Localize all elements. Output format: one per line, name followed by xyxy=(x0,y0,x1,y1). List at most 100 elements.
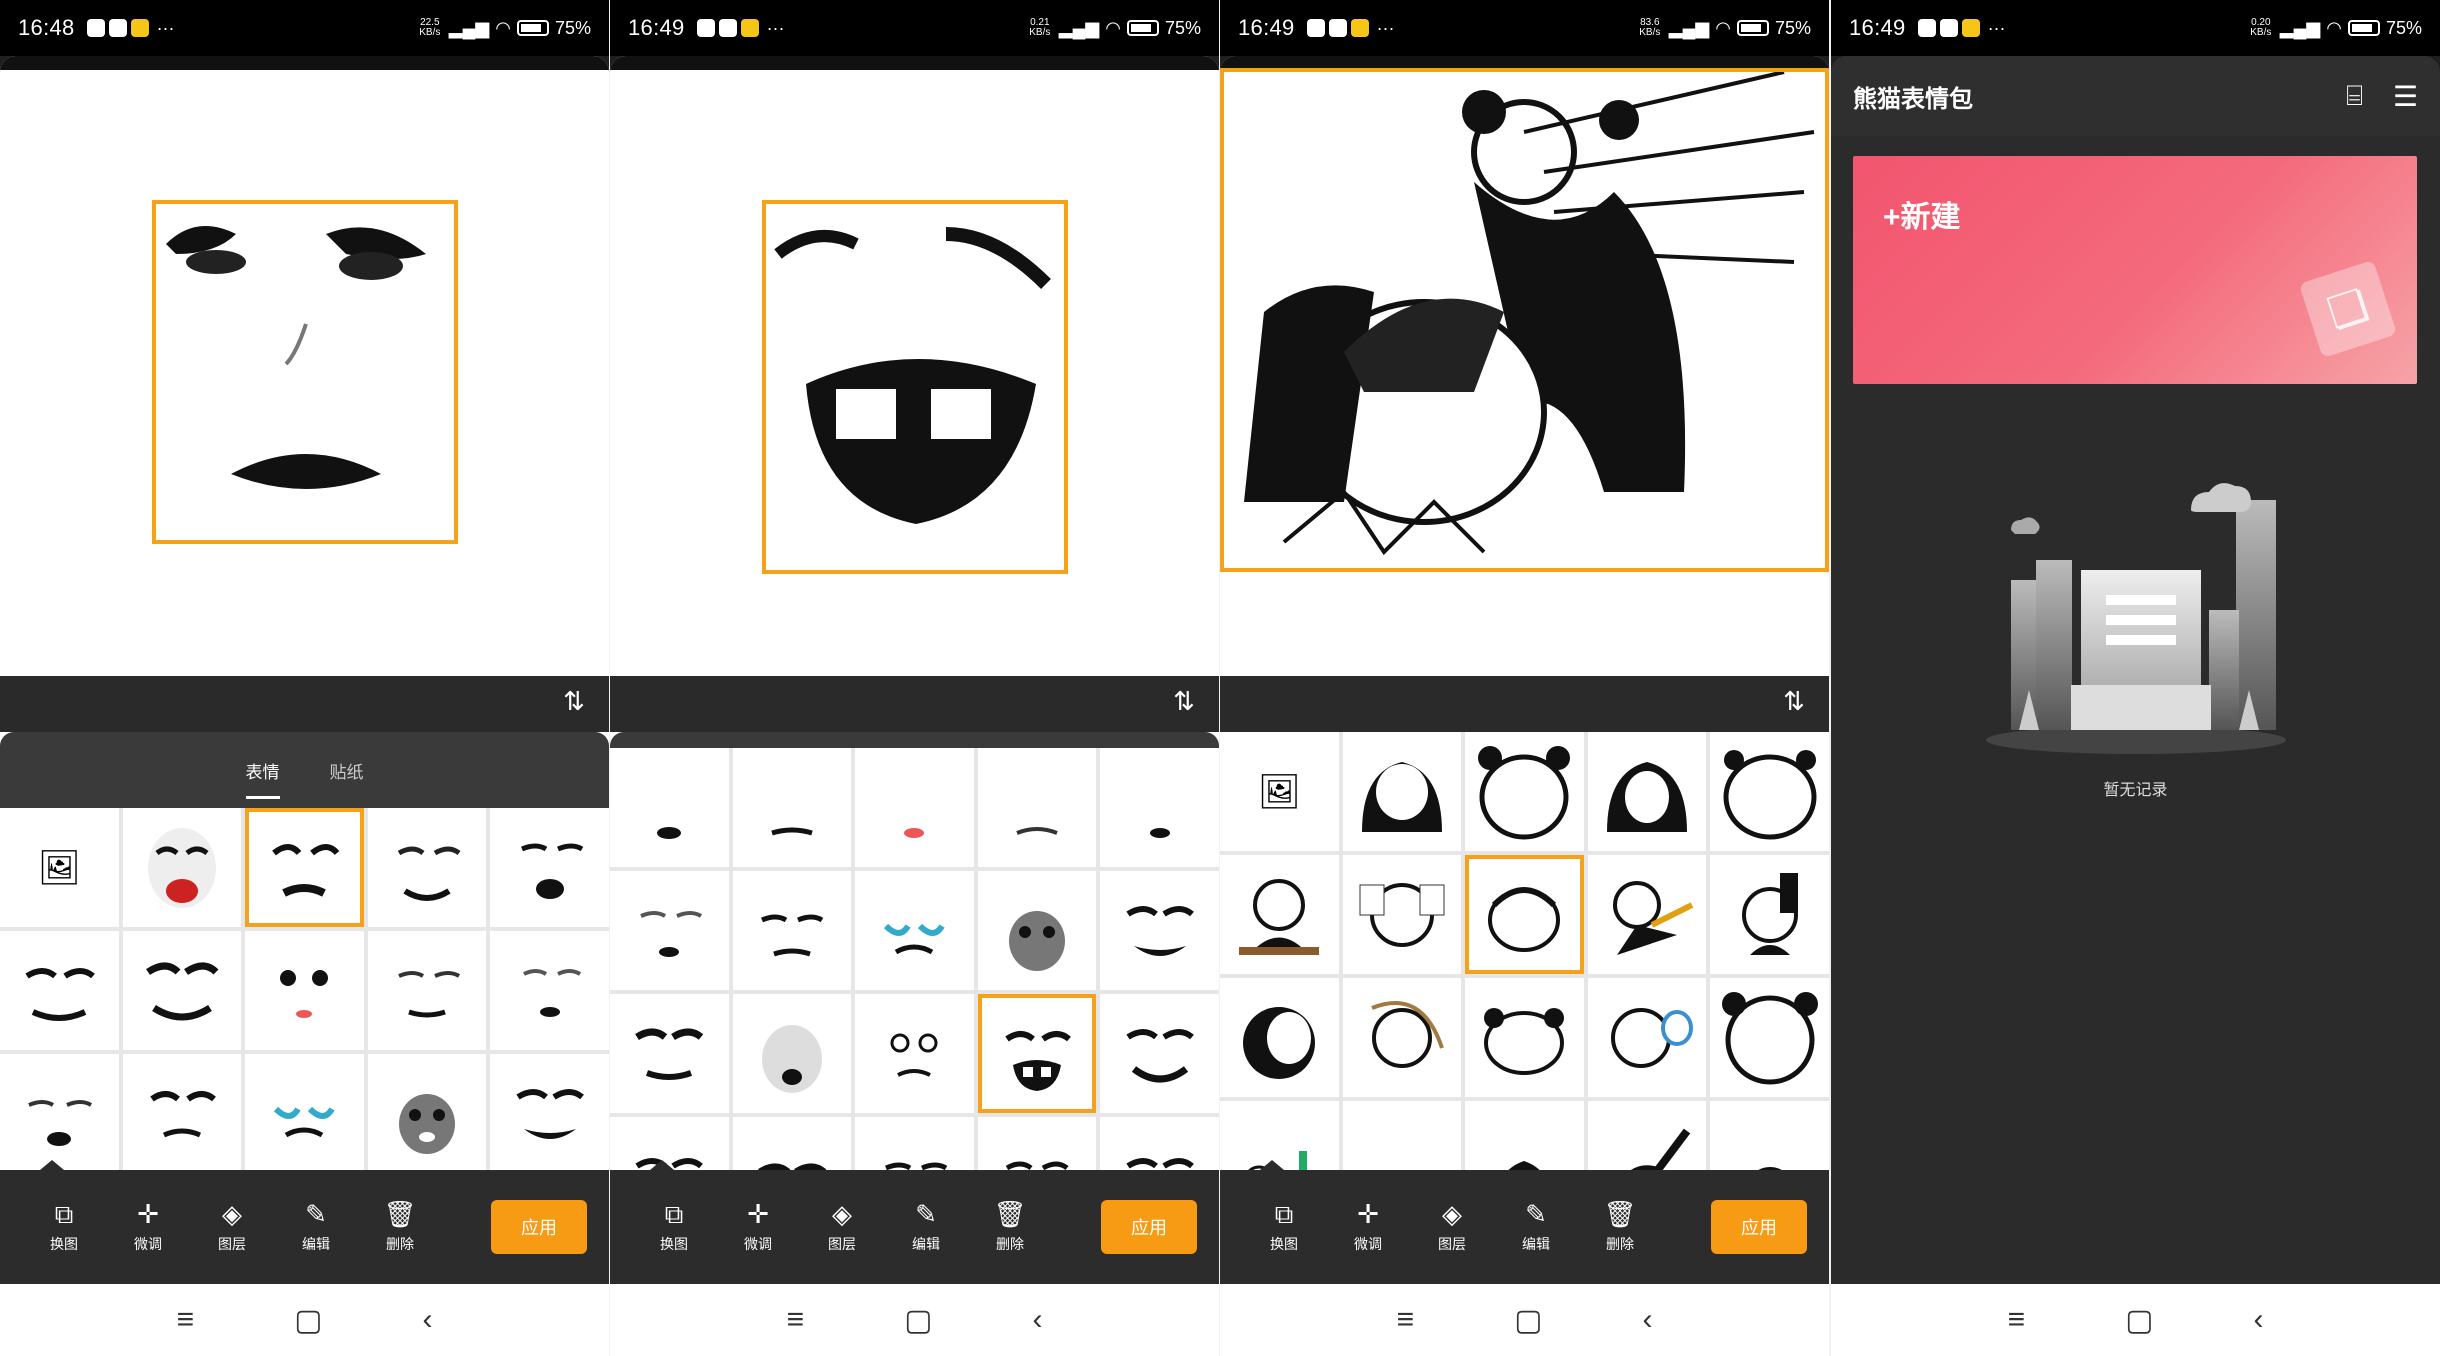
home-nav-icon[interactable]: ▢ xyxy=(904,1303,932,1338)
panda-item[interactable] xyxy=(1587,1101,1707,1170)
fine-tune-button[interactable]: ✛ 微调 xyxy=(1326,1200,1410,1254)
expression-item[interactable] xyxy=(610,871,729,990)
replace-image-button[interactable]: ⧉ 换图 xyxy=(22,1200,106,1254)
expression-item[interactable] xyxy=(732,871,852,990)
expression-item[interactable] xyxy=(0,931,119,1050)
apply-button[interactable]: 应用 xyxy=(1101,1200,1197,1254)
toolbox-icon[interactable]: ⌸ xyxy=(2346,80,2363,113)
fine-tune-button[interactable]: ✛ 微调 xyxy=(106,1200,190,1254)
panda-item[interactable] xyxy=(1342,855,1462,974)
expression-item[interactable] xyxy=(122,931,242,1050)
apply-button[interactable]: 应用 xyxy=(491,1200,587,1254)
menu-nav-icon[interactable]: ≡ xyxy=(2008,1303,2026,1337)
panda-item[interactable] xyxy=(1710,855,1829,974)
expression-item[interactable] xyxy=(1100,994,1219,1113)
panda-item[interactable] xyxy=(1587,732,1707,851)
panda-item[interactable] xyxy=(1465,1101,1584,1170)
expression-item[interactable] xyxy=(490,808,609,927)
battery-icon xyxy=(1126,20,1159,36)
expression-item[interactable] xyxy=(367,808,487,927)
expression-item[interactable] xyxy=(855,1117,974,1170)
fine-tune-button[interactable]: ✛ 微调 xyxy=(716,1200,800,1254)
panda-item[interactable] xyxy=(1342,732,1462,851)
expression-item[interactable] xyxy=(245,1054,364,1170)
layers-button[interactable]: ◈ 图层 xyxy=(800,1200,884,1254)
apply-button[interactable]: 应用 xyxy=(1711,1200,1807,1254)
delete-button[interactable]: 🗑 删除 xyxy=(358,1200,442,1254)
expression-item[interactable] xyxy=(610,748,729,867)
menu-nav-icon[interactable]: ≡ xyxy=(1397,1303,1415,1337)
panda-item[interactable] xyxy=(1220,978,1339,1097)
panda-item[interactable] xyxy=(1587,855,1707,974)
expression-item[interactable] xyxy=(0,1054,119,1170)
edit-button[interactable]: ✎ 编辑 xyxy=(274,1200,358,1254)
expression-item[interactable] xyxy=(1100,1117,1219,1170)
expression-item[interactable] xyxy=(1100,871,1219,990)
panda-item[interactable] xyxy=(1710,978,1829,1097)
panda-item[interactable] xyxy=(1710,1101,1829,1170)
add-image-cell[interactable]: 🖼 xyxy=(0,808,119,927)
panda-item[interactable] xyxy=(1587,978,1707,1097)
expression-item[interactable] xyxy=(855,871,974,990)
menu-nav-icon[interactable]: ≡ xyxy=(787,1303,805,1337)
selected-face-layer[interactable] xyxy=(762,200,1068,574)
expression-item[interactable] xyxy=(855,994,974,1113)
expression-item[interactable] xyxy=(732,1117,852,1170)
back-nav-icon[interactable]: ‹ xyxy=(1642,1303,1652,1337)
tab-sticker[interactable]: 贴纸 xyxy=(330,752,364,789)
panda-item[interactable] xyxy=(1710,732,1829,851)
layers-button[interactable]: ◈ 图层 xyxy=(190,1200,274,1254)
expression-item[interactable] xyxy=(977,748,1097,867)
tab-expression[interactable]: 表情 xyxy=(245,752,280,799)
edit-button[interactable]: ✎ 编辑 xyxy=(884,1200,968,1254)
delete-button[interactable]: 🗑 删除 xyxy=(1578,1200,1662,1254)
swap-icon[interactable]: ⇅ xyxy=(1779,686,1809,720)
swap-icon[interactable]: ⇅ xyxy=(559,686,589,720)
panda-item[interactable] xyxy=(1220,855,1339,974)
expression-item[interactable] xyxy=(732,994,852,1113)
edit-canvas[interactable] xyxy=(1220,56,1829,676)
edit-icon: ✎ xyxy=(915,1199,937,1229)
panda-item-selected[interactable] xyxy=(1465,855,1584,974)
replace-image-button[interactable]: ⧉ 换图 xyxy=(632,1200,716,1254)
edit-button[interactable]: ✎ 编辑 xyxy=(1494,1200,1578,1254)
expression-item[interactable] xyxy=(490,1054,609,1170)
layers-button[interactable]: ◈ 图层 xyxy=(1410,1200,1494,1254)
panda-item[interactable] xyxy=(1342,978,1462,1097)
expression-item[interactable] xyxy=(1100,748,1219,867)
selected-face-layer[interactable] xyxy=(152,200,458,544)
edit-canvas[interactable] xyxy=(0,56,609,676)
delete-button[interactable]: 🗑 删除 xyxy=(968,1200,1052,1254)
menu-nav-icon[interactable]: ≡ xyxy=(177,1303,195,1337)
expression-item[interactable] xyxy=(977,871,1097,990)
menu-icon[interactable]: ☰ xyxy=(2393,80,2418,113)
swap-icon[interactable]: ⇅ xyxy=(1169,686,1199,720)
panda-item[interactable] xyxy=(1342,1101,1462,1170)
expression-item[interactable] xyxy=(855,748,974,867)
edit-canvas[interactable] xyxy=(610,56,1219,676)
expression-item[interactable] xyxy=(490,931,609,1050)
expression-item[interactable] xyxy=(977,1117,1097,1170)
expression-item[interactable] xyxy=(122,808,242,927)
home-nav-icon[interactable]: ▢ xyxy=(2125,1303,2153,1338)
new-project-card[interactable]: +新建 ❏ xyxy=(1853,156,2417,384)
expression-item[interactable] xyxy=(245,931,364,1050)
expression-item[interactable] xyxy=(367,931,487,1050)
home-nav-icon[interactable]: ▢ xyxy=(294,1303,322,1338)
panda-item[interactable] xyxy=(1465,732,1584,851)
expression-item[interactable] xyxy=(732,748,852,867)
battery-percent: 75% xyxy=(2385,17,2422,38)
selected-panda-layer[interactable] xyxy=(1220,68,1829,572)
expression-item-selected[interactable] xyxy=(245,808,364,927)
back-nav-icon[interactable]: ‹ xyxy=(1032,1303,1042,1337)
back-nav-icon[interactable]: ‹ xyxy=(2253,1303,2263,1337)
replace-image-button[interactable]: ⧉ 换图 xyxy=(1242,1200,1326,1254)
expression-item[interactable] xyxy=(610,994,729,1113)
home-nav-icon[interactable]: ▢ xyxy=(1514,1303,1542,1338)
back-nav-icon[interactable]: ‹ xyxy=(422,1303,432,1337)
panda-item[interactable] xyxy=(1465,978,1584,1097)
add-image-cell[interactable]: 🖼 xyxy=(1220,732,1339,851)
expression-item[interactable] xyxy=(367,1054,487,1170)
expression-item-selected[interactable] xyxy=(977,994,1097,1113)
expression-item[interactable] xyxy=(122,1054,242,1170)
